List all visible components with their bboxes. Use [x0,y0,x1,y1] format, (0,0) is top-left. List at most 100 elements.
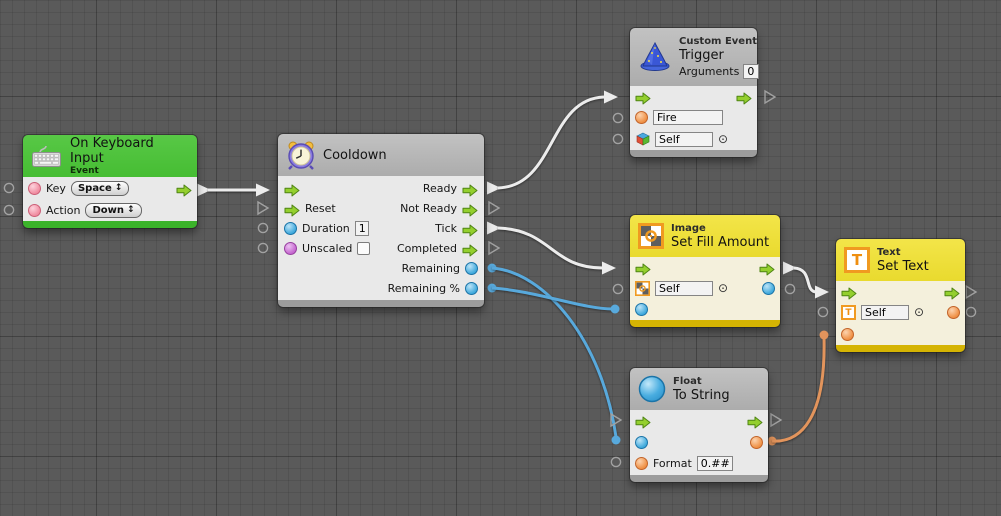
flow-in-port[interactable] [635,90,651,103]
flow-in-port[interactable] [284,182,300,195]
node-footer [630,475,768,482]
object-picker-icon[interactable]: ⊙ [718,282,728,295]
text-component-icon: T [844,247,870,273]
node-category: Text [877,247,929,259]
port-reset-label: Reset [305,202,336,215]
target-field[interactable] [655,132,713,147]
image-target-icon[interactable] [635,281,650,296]
target-out-port[interactable] [762,282,775,295]
node-title: Set Text [877,259,929,274]
node-header[interactable]: T Text Set Text [836,239,965,281]
alarm-clock-icon [286,140,316,170]
flow-out-port[interactable] [759,261,775,274]
string-out-port[interactable] [750,436,763,449]
object-picker-icon[interactable]: ⊙ [718,133,728,146]
reset-in-port[interactable] [284,202,300,215]
node-header[interactable]: Custom Event Trigger Arguments [630,28,757,86]
wizard-hat-icon [638,41,672,73]
node-text-set-text[interactable]: T Text Set Text T ⊙ [836,239,965,352]
wire-keyboard-to-cooldown[interactable] [197,184,270,197]
object-picker-icon[interactable]: ⊙ [914,306,924,319]
format-label: Format [653,457,692,470]
action-dropdown-value: Down [92,205,124,216]
node-on-keyboard-input[interactable]: On Keyboard Input Event Key Space ↕ [23,135,197,228]
port-key-label: Key [46,182,66,195]
node-cooldown[interactable]: Cooldown Ready Reset Not Ready [278,134,484,307]
event-name-field[interactable] [653,110,723,125]
node-image-set-fill-amount[interactable]: Image Set Fill Amount [630,215,780,327]
target-field[interactable] [655,281,713,296]
node-title: To String [673,388,730,403]
completed-out-port[interactable] [462,242,478,255]
unscaled-port[interactable] [284,242,297,255]
tick-out-port[interactable] [462,222,478,235]
node-title: Trigger [679,48,759,63]
wire-remainingpct-to-image[interactable] [488,284,620,314]
float-value-icon [638,375,666,403]
format-field[interactable] [697,456,733,471]
port-completed-label: Completed [397,242,457,255]
node-category: Float [673,376,730,388]
key-dropdown-value: Space [78,183,112,194]
node-header[interactable]: Image Set Fill Amount [630,215,780,257]
flow-out-port[interactable] [944,285,960,298]
fill-amount-in-port[interactable] [635,303,648,316]
node-subtitle: Event [70,166,189,177]
text-value-in-port[interactable] [841,328,854,341]
port-tick-label: Tick [435,222,457,235]
node-category: Custom Event [679,36,759,48]
row-action: Action Down ↕ [23,199,197,221]
flow-in-port[interactable] [635,414,651,427]
node-header[interactable]: On Keyboard Input Event [23,135,197,177]
wire-tick-to-image[interactable] [487,222,616,275]
duration-port[interactable] [284,222,297,235]
duration-field[interactable] [355,221,369,236]
flow-out-port[interactable] [736,90,752,103]
node-footer [630,320,780,327]
port-ready-label: Ready [423,182,457,195]
flow-in-port[interactable] [841,285,857,298]
wire-tostring-to-text[interactable] [768,331,829,446]
flow-in-port[interactable] [635,261,651,274]
action-dropdown[interactable]: Down ↕ [85,203,141,218]
node-float-to-string[interactable]: Float To String Format [630,368,768,482]
image-component-icon [638,223,664,249]
ready-out-port[interactable] [462,182,478,195]
not-ready-out-port[interactable] [462,202,478,215]
event-name-port[interactable] [635,111,648,124]
unscaled-checkbox[interactable] [357,242,370,255]
node-title: Cooldown [323,148,387,163]
node-title: Set Fill Amount [671,235,769,250]
node-header[interactable]: Float To String [630,368,768,410]
node-header[interactable]: Cooldown [278,134,484,176]
wire-ready-to-trigger[interactable] [487,91,618,195]
target-field[interactable] [861,305,909,320]
row-key: Key Space ↕ [23,177,197,199]
format-in-port[interactable] [635,457,648,470]
flow-out-port[interactable] [176,182,192,195]
gameobject-cube-icon[interactable] [635,132,650,147]
port-action[interactable] [28,204,41,217]
port-duration-label: Duration [302,222,350,235]
arguments-field[interactable] [743,64,759,79]
remaining-pct-out-port[interactable] [465,282,478,295]
node-footer [23,221,197,228]
node-trigger-custom-event[interactable]: Custom Event Trigger Arguments [630,28,757,157]
float-in-port[interactable] [635,436,648,449]
key-dropdown[interactable]: Space ↕ [71,181,129,196]
port-key[interactable] [28,182,41,195]
dropdown-arrows-icon: ↕ [115,183,123,193]
node-footer [278,300,484,307]
node-title: On Keyboard Input [70,136,189,166]
node-footer [836,345,965,352]
flow-out-port[interactable] [747,414,763,427]
port-action-label: Action [46,204,80,217]
arguments-label: Arguments [679,65,739,78]
keyboard-icon [31,144,63,168]
text-target-icon[interactable]: T [841,305,856,320]
port-unscaled-label: Unscaled [302,242,352,255]
remaining-out-port[interactable] [465,262,478,275]
port-remaining-label: Remaining [402,262,460,275]
target-out-port[interactable] [947,306,960,319]
graph-canvas[interactable]: On Keyboard Input Event Key Space ↕ [0,0,1001,516]
